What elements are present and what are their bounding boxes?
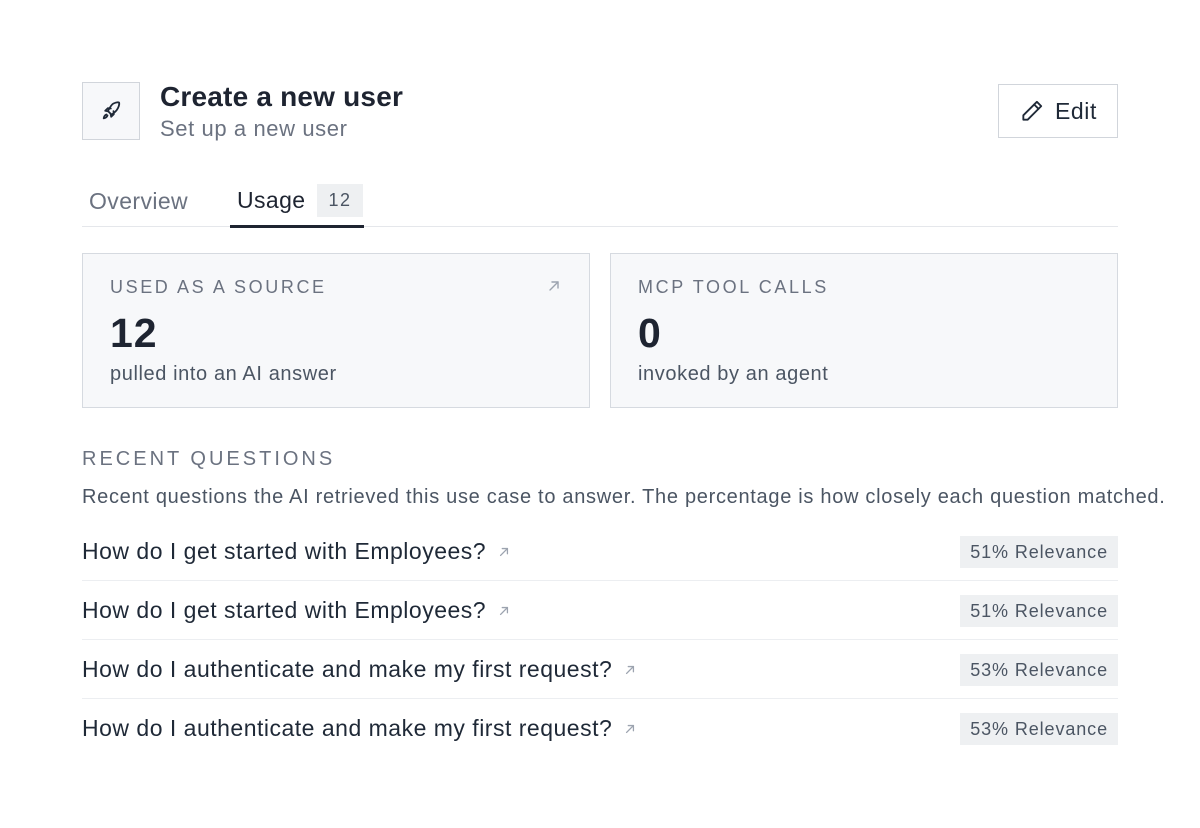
question-link[interactable]: How do I get started with Employees? xyxy=(82,597,510,624)
usage-page: Create a new user Set up a new user Edit… xyxy=(0,0,1200,828)
stat-value: 12 xyxy=(110,310,158,356)
stat-value: 0 xyxy=(638,310,662,356)
tab-bar: Overview Usage 12 xyxy=(82,176,1118,228)
recent-questions-list: How do I get started with Employees? 51%… xyxy=(82,522,1118,758)
external-arrow-icon xyxy=(624,723,636,735)
question-link[interactable]: How do I authenticate and make my first … xyxy=(82,656,636,683)
relevance-badge: 51% Relevance xyxy=(960,595,1118,627)
relevance-badge: 53% Relevance xyxy=(960,713,1118,745)
stat-card-mcp: MCP TOOL CALLS 0 invoked by an agent xyxy=(610,253,1118,408)
page-title: Create a new user xyxy=(160,81,404,112)
question-link[interactable]: How do I authenticate and make my first … xyxy=(82,715,636,742)
question-text: How do I get started with Employees? xyxy=(82,597,487,623)
external-arrow-icon xyxy=(624,664,636,676)
external-arrow-icon xyxy=(498,546,510,558)
stat-caption: pulled into an AI answer xyxy=(110,363,337,385)
tab-overview[interactable]: Overview xyxy=(89,176,188,227)
question-link[interactable]: How do I get started with Employees? xyxy=(82,538,510,565)
stat-caption: invoked by an agent xyxy=(638,363,829,385)
rocket-icon xyxy=(82,82,140,140)
list-item: How do I authenticate and make my first … xyxy=(82,640,1118,699)
external-arrow-icon[interactable] xyxy=(547,279,561,298)
recent-questions-heading: RECENT QUESTIONS xyxy=(82,448,336,470)
relevance-badge: 51% Relevance xyxy=(960,536,1118,568)
stat-label: MCP TOOL CALLS xyxy=(638,277,829,297)
pencil-icon xyxy=(1019,98,1045,124)
recent-questions-description: Recent questions the AI retrieved this u… xyxy=(82,486,1166,508)
question-text: How do I get started with Employees? xyxy=(82,538,487,564)
external-arrow-icon xyxy=(498,605,510,617)
page-header: Create a new user Set up a new user Edit xyxy=(82,81,1118,141)
relevance-badge: 53% Relevance xyxy=(960,654,1118,686)
edit-button[interactable]: Edit xyxy=(998,84,1118,138)
list-item: How do I get started with Employees? 51%… xyxy=(82,581,1118,640)
stat-card-source: USED AS A SOURCE 12 pulled into an AI an… xyxy=(82,253,590,408)
usage-count-badge: 12 xyxy=(317,184,363,217)
question-text: How do I authenticate and make my first … xyxy=(82,656,613,682)
list-item: How do I authenticate and make my first … xyxy=(82,699,1118,758)
edit-button-label: Edit xyxy=(1054,97,1098,124)
question-text: How do I authenticate and make my first … xyxy=(82,715,613,741)
page-subtitle: Set up a new user xyxy=(160,116,348,141)
list-item: How do I get started with Employees? 51%… xyxy=(82,522,1118,581)
tab-usage[interactable]: Usage 12 xyxy=(230,176,364,228)
tab-usage-label: Usage xyxy=(237,187,306,213)
stat-label: USED AS A SOURCE xyxy=(110,277,327,297)
